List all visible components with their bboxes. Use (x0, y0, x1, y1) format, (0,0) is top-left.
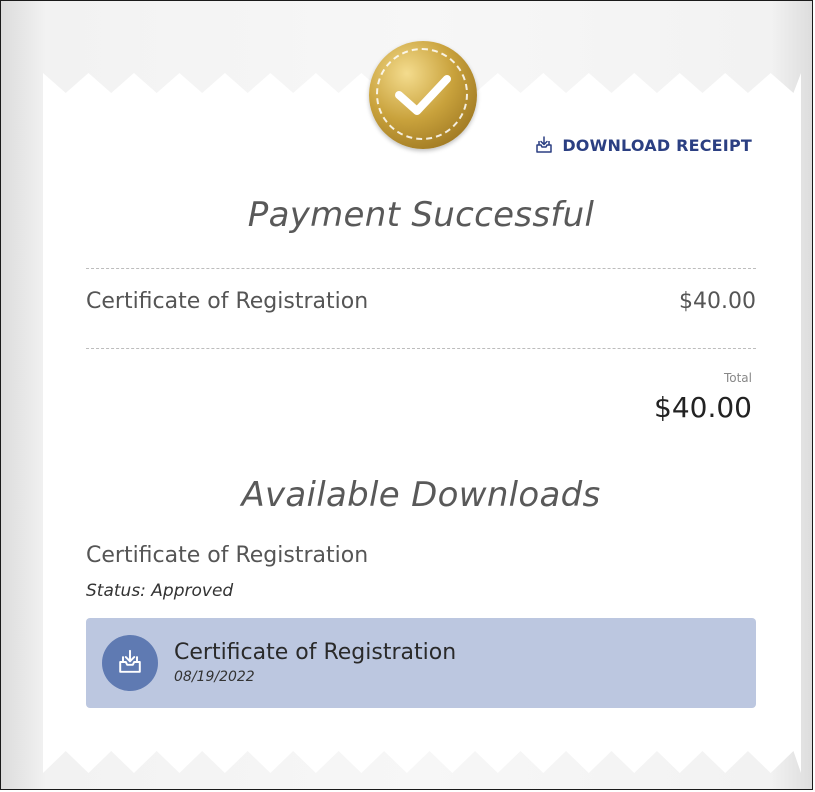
payment-title: Payment Successful (247, 195, 595, 235)
line-item: Certificate of Registration $40.00 (86, 289, 756, 314)
inbox-download-icon (119, 649, 141, 673)
download-item-name: Certificate of Registration (86, 543, 369, 568)
check-icon (395, 75, 451, 115)
success-seal (369, 41, 477, 149)
total-value: $40.00 (654, 391, 752, 424)
line-item-price: $40.00 (679, 289, 756, 314)
downloads-title: Available Downloads (241, 475, 601, 515)
download-file-card[interactable]: Certificate of Registration 08/19/2022 (86, 618, 756, 708)
download-file-icon-circle (102, 635, 158, 691)
window-frame: DOWNLOAD RECEIPT Payment Successful Cert… (0, 0, 813, 790)
divider (86, 348, 756, 349)
download-file-name: Certificate of Registration (174, 640, 457, 665)
download-receipt-label: DOWNLOAD RECEIPT (562, 135, 752, 155)
line-item-name: Certificate of Registration (86, 289, 369, 314)
divider (86, 268, 756, 269)
download-file-date: 08/19/2022 (174, 669, 255, 685)
inbox-download-icon (536, 136, 553, 153)
download-item-status: Status: Approved (86, 581, 234, 601)
total-label: Total (723, 371, 752, 385)
download-receipt-button[interactable]: DOWNLOAD RECEIPT (534, 135, 752, 155)
